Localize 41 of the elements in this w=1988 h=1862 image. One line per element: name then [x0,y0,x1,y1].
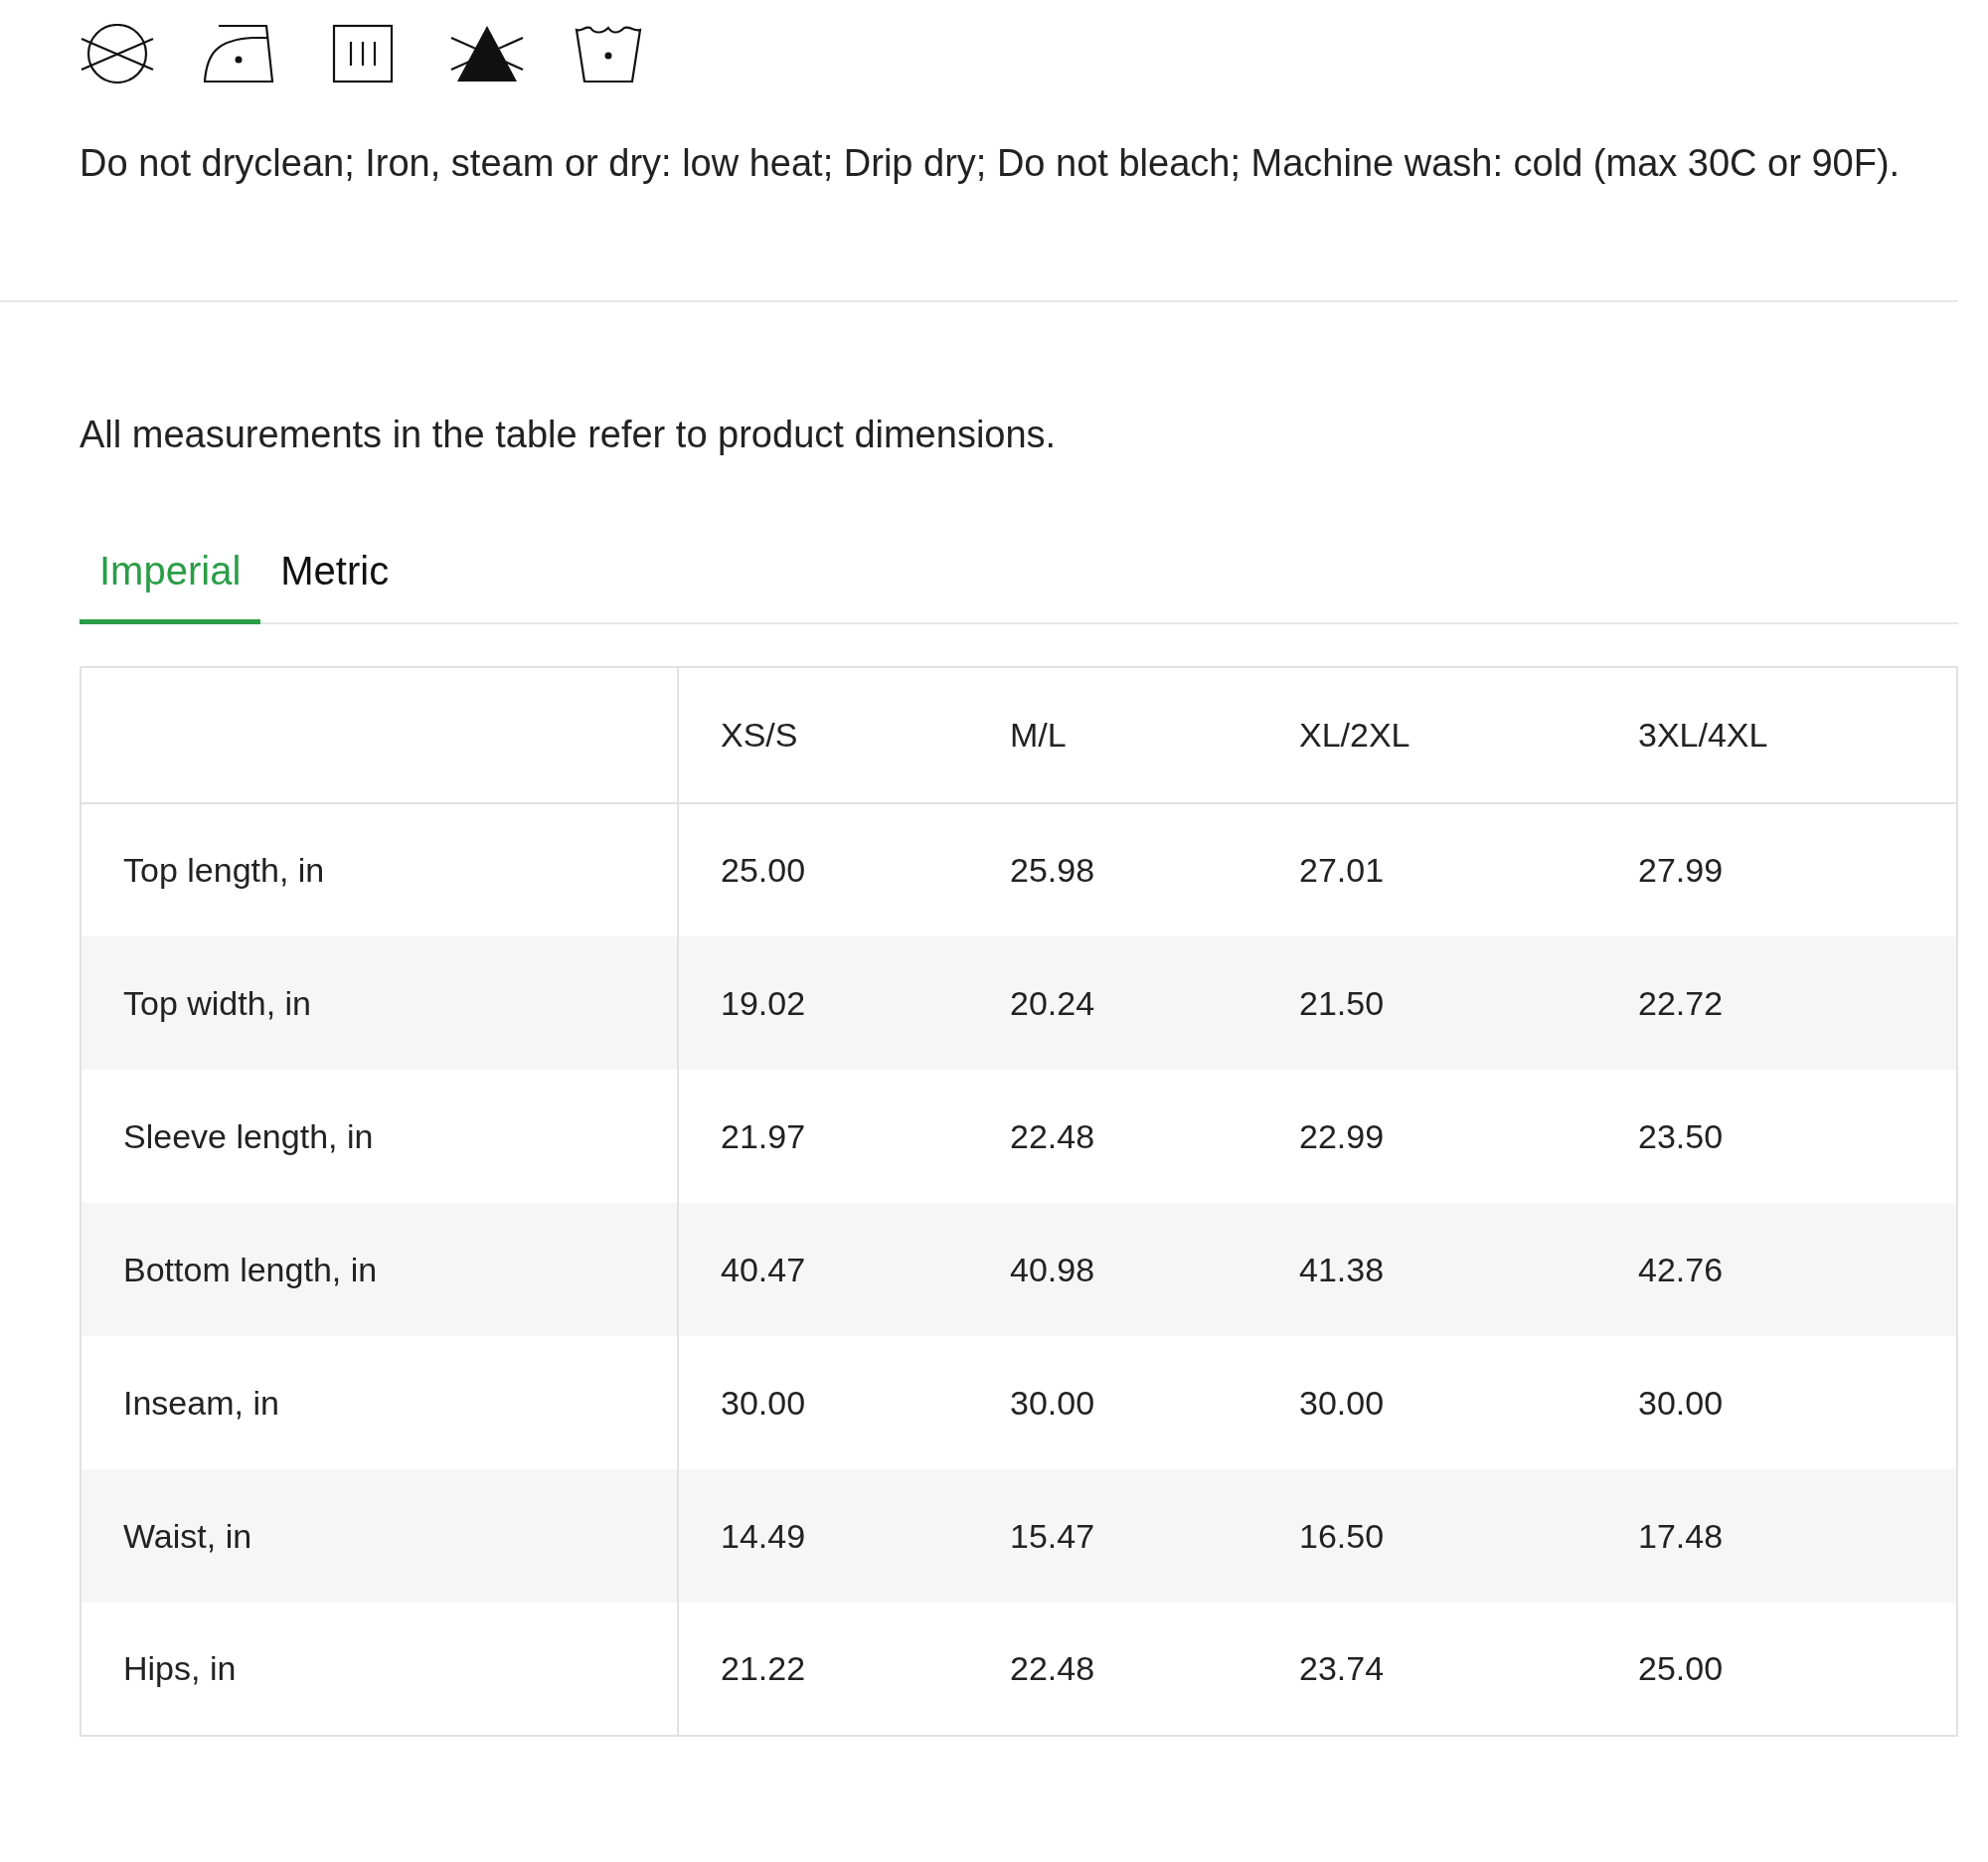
table-cell: 23.50 [1596,1070,1957,1203]
table-cell: 40.98 [968,1203,1257,1336]
table-cell: 27.99 [1596,803,1957,936]
table-cell: 30.00 [1596,1336,1957,1469]
table-cell: 27.01 [1257,803,1596,936]
row-label: Waist, in [81,1469,678,1603]
row-label: Bottom length, in [81,1203,678,1336]
table-cell: 22.48 [968,1070,1257,1203]
table-cell: 21.97 [678,1070,968,1203]
column-header: 3XL/4XL [1596,667,1957,803]
unit-tab[interactable]: Metric [260,533,410,624]
crossed-triangle-icon [449,24,525,84]
table-cell: 42.76 [1596,1203,1957,1336]
table-cell: 25.98 [968,803,1257,936]
table-cell: 30.00 [1257,1336,1596,1469]
table-cell: 30.00 [678,1336,968,1469]
table-cell: 22.72 [1596,936,1957,1070]
table-cell: 14.49 [678,1469,968,1603]
table-cell: 15.47 [968,1469,1257,1603]
table-cell: 22.99 [1257,1070,1596,1203]
table-cell: 19.02 [678,936,968,1070]
table-cell: 17.48 [1596,1469,1957,1603]
table-cell: 41.38 [1257,1203,1596,1336]
row-label: Top width, in [81,936,678,1070]
care-instructions: Do not dryclean; Iron, steam or dry: low heat; Drip dry; Do not bleach; Machine wash: cold (max 30C or 90F). [80,141,1902,186]
table-cell: 21.22 [678,1603,968,1736]
table-cell: 23.74 [1257,1603,1596,1736]
row-label: Hips, in [81,1603,678,1736]
column-header: M/L [968,667,1257,803]
table-cell: 21.50 [1257,936,1596,1070]
circle-cross-icon [80,24,155,84]
table-cell: 30.00 [968,1336,1257,1469]
table-cell: 40.47 [678,1203,968,1336]
table-cell: 25.00 [678,803,968,936]
table-cell: 22.48 [968,1603,1257,1736]
measurement-note: All measurements in the table refer to product dimensions. [80,413,1058,457]
table-cell: 16.50 [1257,1469,1596,1603]
table-cell: 25.00 [1596,1603,1957,1736]
table-cell: 20.24 [968,936,1257,1070]
column-header: XS/S [678,667,968,803]
column-header: XL/2XL [1257,667,1596,803]
